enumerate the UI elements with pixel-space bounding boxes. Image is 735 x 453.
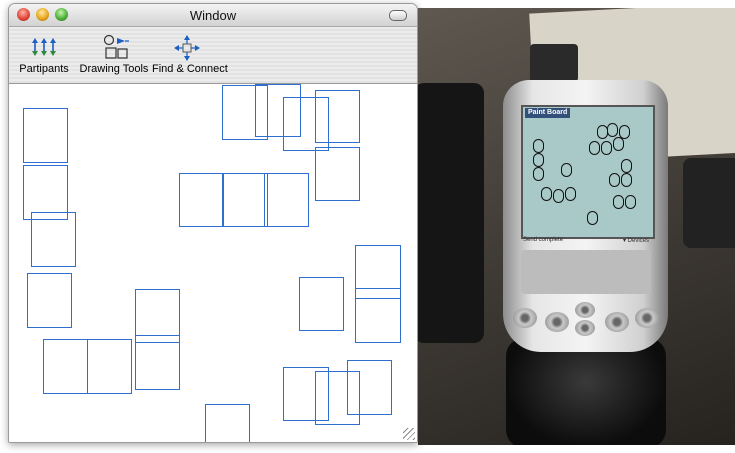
find-connect-label: Find & Connect <box>152 63 228 75</box>
note-card[interactable] <box>135 335 180 390</box>
handheld-photo: Paint Board Send complete ▾ Devices <box>418 8 735 445</box>
send-status: Send complete <box>523 237 564 243</box>
hardware-button <box>545 312 569 332</box>
note-card[interactable] <box>222 173 268 227</box>
find-connect-icon <box>174 35 200 61</box>
screen-title: Paint Board <box>525 108 571 118</box>
device-screen: Paint Board <box>521 105 655 239</box>
screen-shape <box>533 153 544 167</box>
note-card[interactable] <box>315 90 360 143</box>
note-card[interactable] <box>87 339 132 394</box>
screen-shape <box>589 141 600 155</box>
drawing-tools-button[interactable]: Drawing Tools <box>75 34 153 75</box>
screen-shape <box>533 167 544 181</box>
note-card[interactable] <box>347 360 392 415</box>
screen-shape <box>541 187 552 201</box>
graffiti-area <box>521 250 651 294</box>
note-card[interactable] <box>31 212 76 267</box>
device-status-bar: Send complete ▾ Devices <box>521 237 651 247</box>
window-title: Window <box>189 8 237 23</box>
device-case <box>418 83 484 343</box>
drawing-canvas[interactable] <box>9 84 417 442</box>
participants-icon <box>32 38 56 56</box>
participants-button[interactable]: Partipants <box>14 34 74 75</box>
screen-shape <box>625 195 636 209</box>
find-connect-button[interactable]: Find & Connect <box>152 34 228 75</box>
participants-label: Partipants <box>19 63 69 75</box>
screen-shape <box>609 173 620 187</box>
drawing-tools-label: Drawing Tools <box>79 63 149 75</box>
hardware-button <box>513 308 537 328</box>
screen-shape <box>601 141 612 155</box>
screen-shape <box>565 187 576 201</box>
drawing-tools-icon <box>103 34 129 59</box>
screen-shape <box>553 189 564 203</box>
screen-shape <box>607 123 618 137</box>
note-card[interactable] <box>264 173 309 227</box>
screen-shape <box>613 195 624 209</box>
resize-grip-icon[interactable] <box>403 428 415 440</box>
note-card[interactable] <box>23 108 68 163</box>
note-card[interactable] <box>315 147 360 201</box>
palm-device: Paint Board Send complete ▾ Devices <box>503 80 668 352</box>
screen-shape <box>561 163 572 177</box>
hardware-button <box>575 302 595 318</box>
toolbar-toggle-button[interactable] <box>389 10 407 21</box>
toolbar: Partipants Drawing Tools Find & Connect <box>9 27 417 84</box>
screen-shape <box>533 139 544 153</box>
note-card[interactable] <box>355 288 401 343</box>
hardware-button <box>635 308 659 328</box>
note-card[interactable] <box>205 404 250 442</box>
hardware-button <box>575 320 595 336</box>
note-card[interactable] <box>27 273 72 328</box>
drawing-window: Window Partipants Drawing Tools Find & C… <box>8 3 418 443</box>
screen-shape <box>621 159 632 173</box>
hardware-button <box>605 312 629 332</box>
note-card[interactable] <box>179 173 224 227</box>
screen-shape <box>613 137 624 151</box>
cradle <box>506 338 666 445</box>
card-slot <box>530 44 578 82</box>
title-bar[interactable]: Window <box>9 4 417 27</box>
note-card[interactable] <box>299 277 344 331</box>
note-card[interactable] <box>43 339 88 394</box>
screen-shape <box>621 173 632 187</box>
screen-shape <box>587 211 598 225</box>
cable <box>683 158 735 248</box>
devices-menu: ▾ Devices <box>622 238 649 244</box>
